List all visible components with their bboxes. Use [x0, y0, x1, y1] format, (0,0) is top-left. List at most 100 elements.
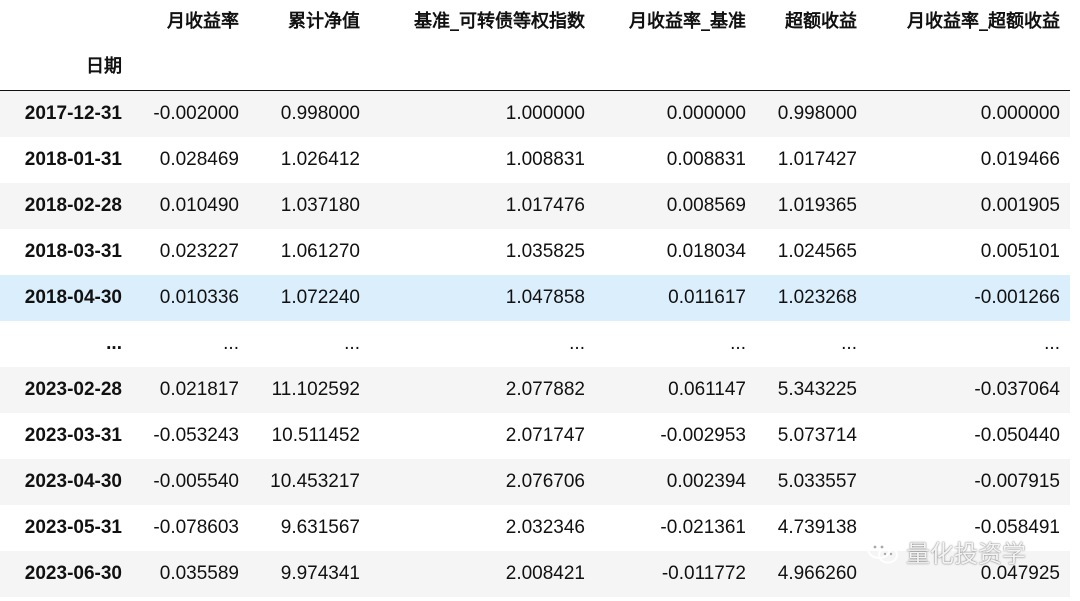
index-header-blank — [0, 0, 132, 40]
table-cell: -0.058491 — [974, 516, 1060, 538]
table-cell: -0.011772 — [661, 562, 746, 584]
row-index-date: ... — [106, 332, 122, 354]
table-cell: 0.005101 — [980, 240, 1060, 262]
row-index-date: 2018-04-30 — [24, 286, 122, 308]
table-cell: 0.998000 — [280, 102, 360, 124]
table-cell: 0.023227 — [159, 240, 239, 262]
table-cell: 1.037180 — [280, 194, 360, 216]
table-cell: 4.966260 — [777, 562, 857, 584]
table-cell: 2.071747 — [505, 424, 585, 446]
table-cell: -0.053243 — [153, 424, 239, 446]
table-cell: 0.035589 — [159, 562, 239, 584]
table-cell: -0.037064 — [974, 378, 1060, 400]
table-cell: -0.002953 — [660, 424, 746, 446]
table-row: 2018-04-30 0.010336 1.072240 1.047858 0.0116… — [0, 274, 1070, 321]
table-cell: ... — [1044, 332, 1060, 354]
table-cell: 5.343225 — [777, 378, 857, 400]
table-cell: 10.453217 — [270, 470, 360, 492]
table-row: 2023-06-30 0.035589 9.974341 2.008421 -0.011… — [0, 550, 1070, 597]
table-cell: 0.011617 — [668, 286, 746, 308]
table-cell: 4.739138 — [777, 516, 857, 538]
table-cell: 1.047858 — [505, 286, 585, 308]
table-cell: 1.023268 — [777, 286, 857, 308]
row-index-date: 2018-02-28 — [24, 194, 122, 216]
table-row: 2023-05-31 -0.078603 9.631567 2.032346 -0.02… — [0, 504, 1070, 551]
table-cell: 1.026412 — [280, 148, 360, 170]
index-name-row: 日期 — [0, 40, 1070, 91]
column-header: 累计净值 — [288, 11, 360, 32]
table-cell: -0.002000 — [153, 102, 239, 124]
row-index-date: 2018-01-31 — [24, 148, 122, 170]
table-cell: -0.050440 — [974, 424, 1060, 446]
table-cell: 5.033557 — [777, 470, 857, 492]
table-cell: 0.010336 — [159, 286, 239, 308]
column-header: 基准_可转债等权指数 — [414, 11, 585, 32]
row-index-date: 2023-02-28 — [24, 378, 122, 400]
table-cell: 0.000000 — [980, 102, 1060, 124]
table-row: 2018-03-31 0.023227 1.061270 1.035825 0.0180… — [0, 228, 1070, 275]
table-cell: 0.001905 — [980, 194, 1060, 216]
row-index-date: 2023-06-30 — [24, 562, 122, 584]
table-row: 2023-04-30 -0.005540 10.453217 2.076706 0.00… — [0, 458, 1070, 505]
table-cell: 2.032346 — [505, 516, 585, 538]
column-header: 月收益率_基准 — [629, 11, 746, 32]
table-cell: 11.102592 — [271, 378, 360, 400]
dataframe-table: 月收益率 累计净值 基准_可转债等权指数 月收益率_基准 超额收益 月收益率_超… — [0, 0, 1070, 597]
table-cell: 0.018034 — [666, 240, 746, 262]
table-cell: 10.511452 — [271, 424, 360, 446]
row-index-date: 2023-03-31 — [24, 424, 122, 446]
table-cell: 1.017476 — [505, 194, 585, 216]
table-cell: 1.017427 — [777, 148, 857, 170]
table-cell: 0.021817 — [159, 378, 239, 400]
row-index-date: 2023-04-30 — [24, 470, 122, 492]
table-cell: 2.008421 — [505, 562, 585, 584]
table-cell: 0.998000 — [777, 102, 857, 124]
column-header: 超额收益 — [785, 11, 857, 32]
table-cell: 0.019466 — [980, 148, 1060, 170]
table-cell: 0.047925 — [980, 562, 1060, 584]
table-cell: -0.021361 — [660, 516, 746, 538]
table-cell: ... — [344, 332, 360, 354]
table-cell: ... — [569, 332, 585, 354]
table-cell: -0.001266 — [974, 286, 1060, 308]
table-cell: 1.072240 — [280, 286, 360, 308]
table-cell: 0.008569 — [666, 194, 746, 216]
table-cell: 2.077882 — [505, 378, 585, 400]
column-header: 月收益率_超额收益 — [907, 11, 1060, 32]
table-cell: 0.002394 — [666, 470, 746, 492]
table-cell: 9.631567 — [280, 516, 360, 538]
table-cell: 2.076706 — [505, 470, 585, 492]
table-cell: 1.061270 — [280, 240, 360, 262]
table-cell: 1.019365 — [777, 194, 857, 216]
table-cell: ... — [841, 332, 857, 354]
table-row: 2017-12-31 -0.002000 0.998000 1.000000 0.000… — [0, 90, 1070, 137]
table-cell: ... — [223, 332, 239, 354]
table-cell: 0.008831 — [666, 148, 746, 170]
table-cell: 9.974341 — [280, 562, 360, 584]
table-cell: 1.000000 — [505, 102, 585, 124]
column-header: 月收益率 — [167, 11, 239, 32]
table-cell: -0.007915 — [974, 470, 1060, 492]
table-cell: 1.035825 — [505, 240, 585, 262]
row-index-date: 2023-05-31 — [24, 516, 122, 538]
table-row: 2023-02-28 0.021817 11.102592 2.077882 0.061… — [0, 366, 1070, 413]
table-row: ..................... — [0, 320, 1070, 367]
table-body: 2017-12-31 -0.002000 0.998000 1.000000 0.000… — [0, 90, 1070, 597]
table-cell: 0.010490 — [159, 194, 239, 216]
table-row: 2018-01-31 0.028469 1.026412 1.008831 0.0088… — [0, 136, 1070, 183]
table-cell: ... — [730, 332, 746, 354]
table-cell: 0.061147 — [668, 378, 746, 400]
table-row: 2023-03-31 -0.053243 10.511452 2.071747 -0.0… — [0, 412, 1070, 459]
index-name: 日期 — [0, 40, 132, 91]
table-cell: 1.008831 — [505, 148, 585, 170]
table-cell: 1.024565 — [777, 240, 857, 262]
table-cell: 0.000000 — [666, 102, 746, 124]
table-cell: 0.028469 — [159, 148, 239, 170]
column-header-row: 月收益率 累计净值 基准_可转债等权指数 月收益率_基准 超额收益 月收益率_超… — [0, 0, 1070, 40]
row-index-date: 2018-03-31 — [24, 240, 122, 262]
table-cell: -0.005540 — [153, 470, 239, 492]
table-row: 2018-02-28 0.010490 1.037180 1.017476 0.0085… — [0, 182, 1070, 229]
table-cell: 5.073714 — [777, 424, 857, 446]
row-index-date: 2017-12-31 — [24, 102, 122, 124]
table-cell: -0.078603 — [153, 516, 239, 538]
